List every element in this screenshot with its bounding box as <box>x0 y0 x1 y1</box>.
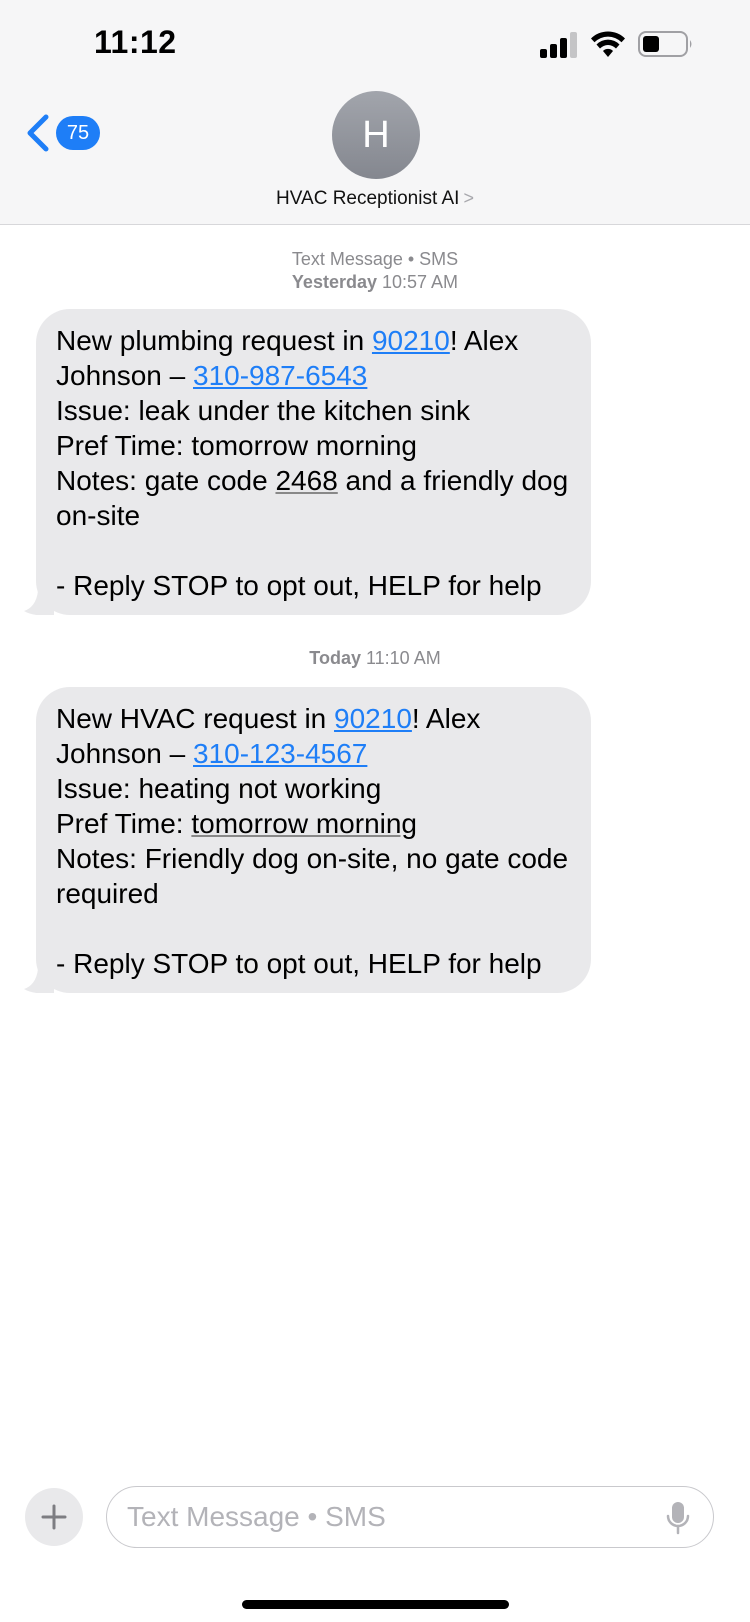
bubble-tail <box>24 591 54 615</box>
message-input-container[interactable] <box>106 1486 714 1548</box>
stamp-day: Today <box>309 648 361 668</box>
bubble-tail <box>24 969 54 993</box>
conversation-header: 11:12 75 H HVAC Receptionist AI > <box>0 0 750 225</box>
status-time: 11:12 <box>94 24 177 60</box>
stamp-time: 11:10 AM <box>365 648 441 668</box>
stamp-day: Yesterday <box>291 272 377 292</box>
contact-chevron-icon: > <box>463 188 474 208</box>
cellular-signal-icon <box>540 32 580 58</box>
zip-link[interactable]: 90210 <box>334 703 412 734</box>
plus-icon <box>41 1504 67 1530</box>
phone-link[interactable]: 310-123-4567 <box>193 738 367 769</box>
apps-plus-button[interactable] <box>25 1488 83 1546</box>
back-chevron-icon <box>27 114 49 152</box>
pref-time-link[interactable]: tomorrow morning <box>191 808 417 839</box>
unread-count-badge: 75 <box>56 116 100 150</box>
contact-avatar[interactable]: H <box>332 91 420 179</box>
contact-name-button[interactable]: HVAC Receptionist AI > <box>0 188 750 210</box>
conversation-stamp: Today 11:10 AM <box>0 647 750 670</box>
back-button[interactable]: 75 <box>24 108 104 158</box>
message-input[interactable] <box>127 1497 647 1537</box>
message-type-label: Text Message • SMS <box>291 249 459 269</box>
code-link[interactable]: 2468 <box>275 465 337 496</box>
battery-icon <box>638 31 692 57</box>
zip-link[interactable]: 90210 <box>372 325 450 356</box>
message-bubble-received[interactable]: New plumbing request in 90210! Alex John… <box>24 309 591 615</box>
message-text: New HVAC request in 90210! Alex Johnson … <box>56 703 569 979</box>
contact-name: HVAC Receptionist AI <box>276 188 460 209</box>
wifi-icon <box>591 31 625 57</box>
microphone-icon[interactable] <box>665 1501 691 1535</box>
phone-link[interactable]: 310-987-6543 <box>193 360 367 391</box>
home-indicator[interactable] <box>242 1600 509 1609</box>
stamp-time: 10:57 AM <box>382 272 459 292</box>
message-text: New plumbing request in 90210! Alex John… <box>56 325 569 601</box>
conversation-stamp: Text Message • SMS Yesterday 10:57 AM <box>0 248 750 294</box>
message-bubble-received[interactable]: New HVAC request in 90210! Alex Johnson … <box>24 687 591 993</box>
